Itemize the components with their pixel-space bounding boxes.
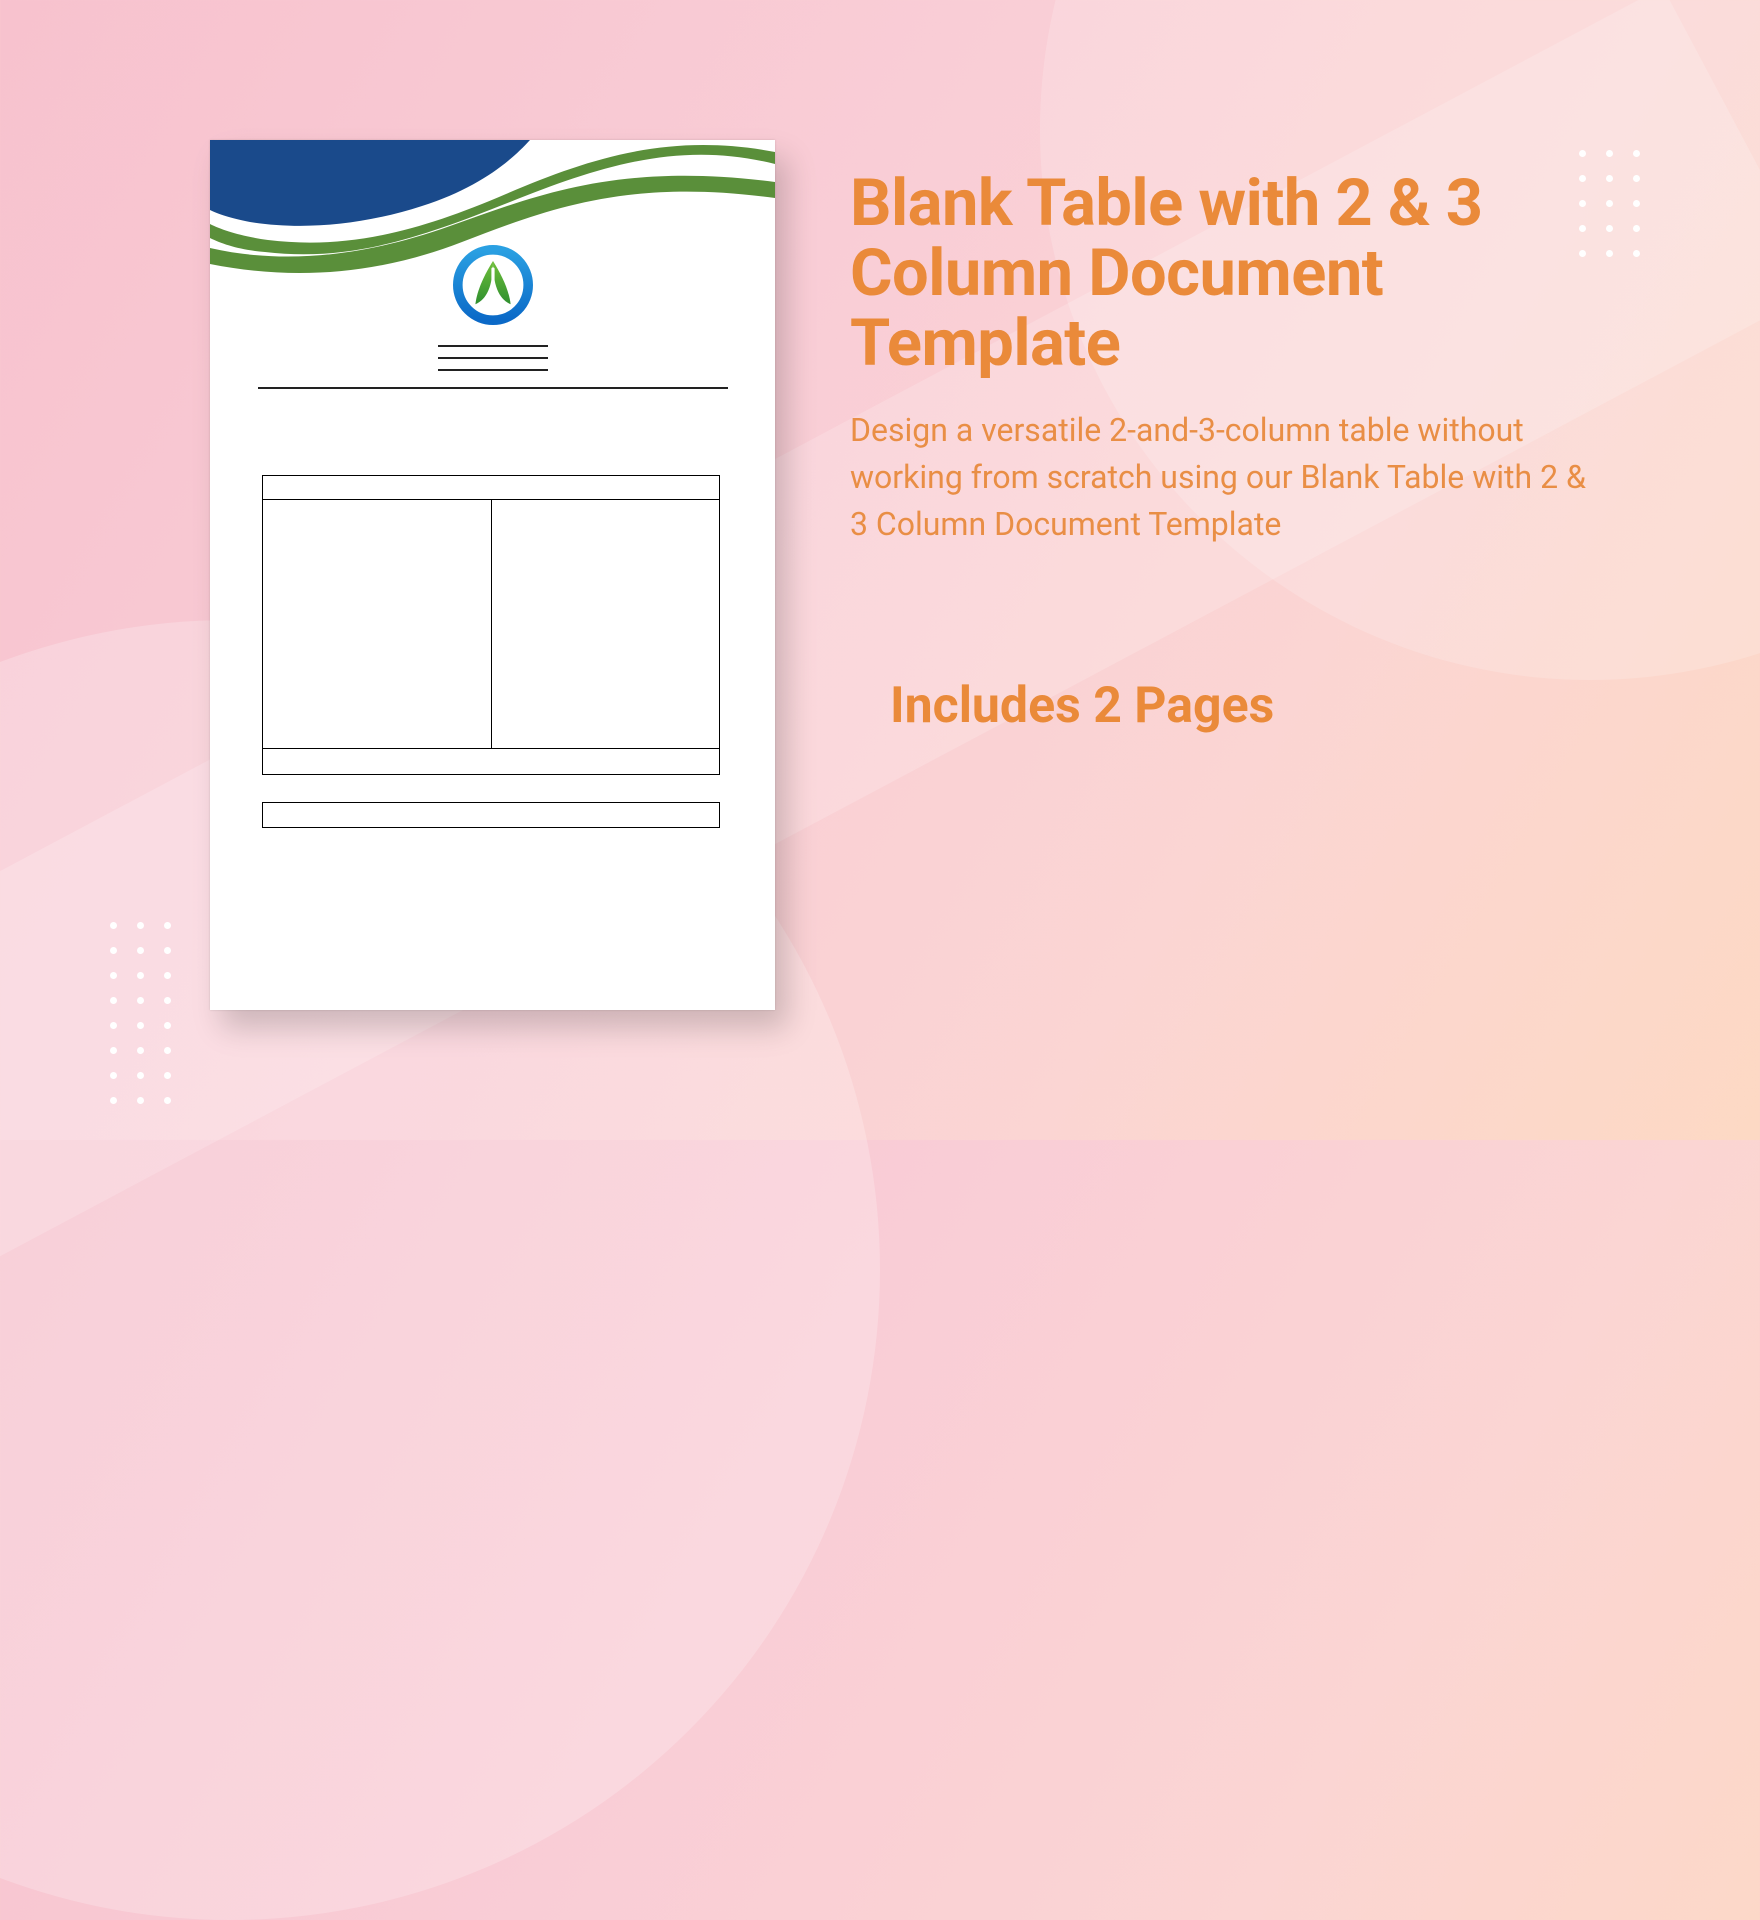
document-table — [262, 475, 720, 775]
document-footer-bar — [262, 802, 720, 828]
includes-pages-label: Includes 2 Pages — [890, 677, 1640, 735]
document-preview — [210, 140, 775, 1010]
document-logo-icon — [453, 245, 533, 325]
document-heading-lines — [258, 345, 728, 389]
template-description: Design a versatile 2-and-3-column table … — [850, 407, 1610, 549]
text-column: Blank Table with 2 & 3 Column Document T… — [850, 168, 1640, 735]
template-title: Blank Table with 2 & 3 Column Document T… — [850, 168, 1640, 379]
